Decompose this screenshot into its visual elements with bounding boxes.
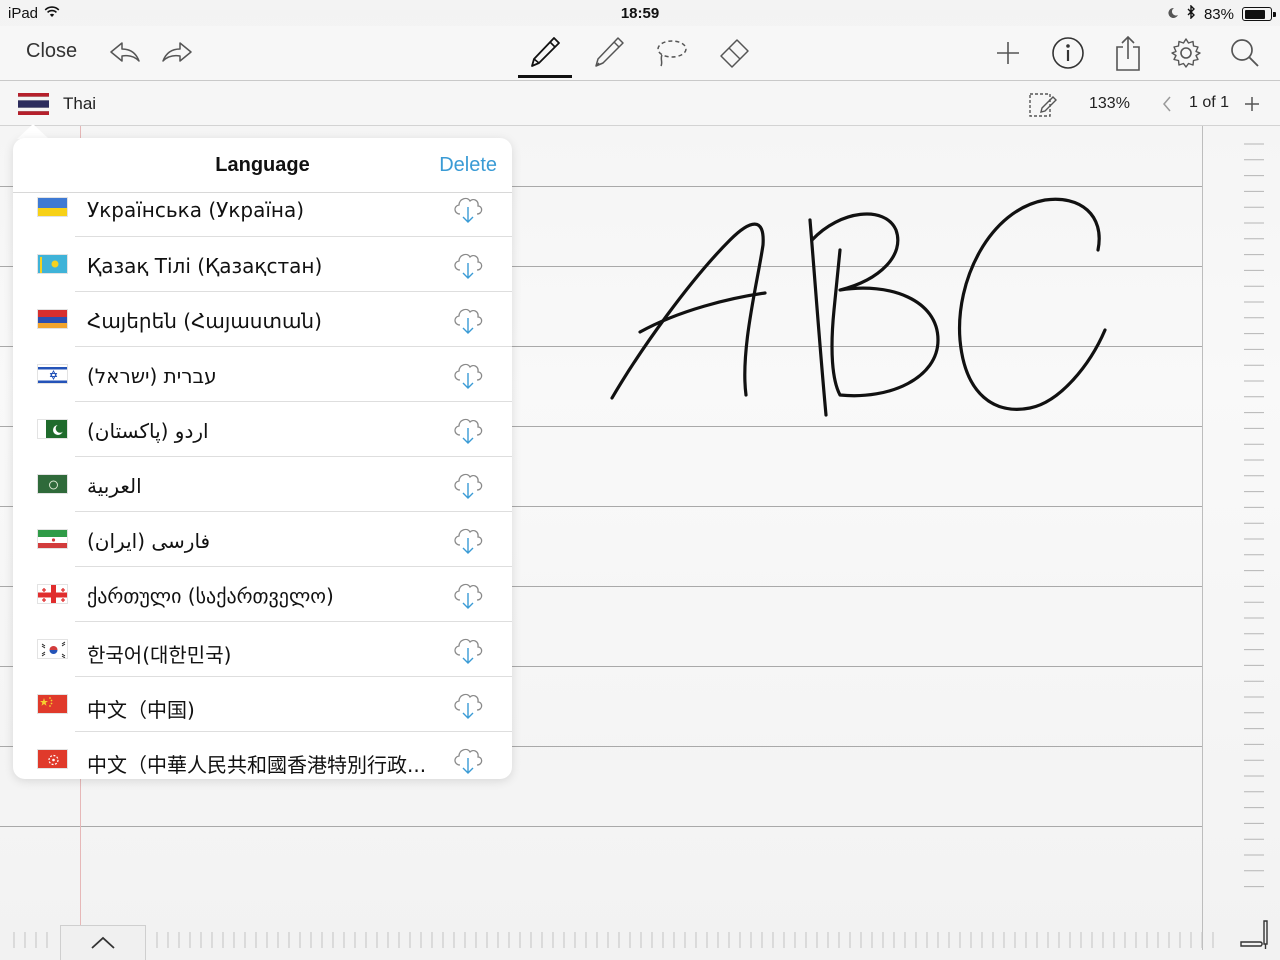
eraser-icon[interactable] <box>716 35 752 71</box>
israel-flag-icon <box>37 364 68 384</box>
handwriting-abc <box>610 197 1107 417</box>
main-toolbar: Close <box>0 26 1280 81</box>
battery-fill <box>1244 9 1266 19</box>
language-item-ukrainian[interactable]: Українська (Україна) <box>13 193 512 237</box>
chevron-left-icon[interactable] <box>1161 95 1173 113</box>
page-edit-icon[interactable] <box>1028 91 1058 119</box>
gear-icon[interactable] <box>1169 36 1203 70</box>
pencil-icon[interactable] <box>591 34 627 70</box>
language-item-chinese-hong-kong[interactable]: 中文（中華人民共和國香港特別行政... <box>13 732 512 779</box>
popover-arrow <box>17 124 49 139</box>
cloud-download-icon[interactable] <box>450 356 486 392</box>
moon-icon <box>1167 6 1179 23</box>
language-item-arabic[interactable]: العربية <box>13 457 512 512</box>
popover-header: Language Delete <box>13 138 512 193</box>
cloud-download-icon[interactable] <box>450 686 486 722</box>
cloud-download-icon[interactable] <box>450 631 486 667</box>
right-margin-line <box>1202 126 1203 950</box>
language-label: 한국어(대한민국) <box>87 643 232 667</box>
thai-flag-icon[interactable] <box>18 93 49 115</box>
language-label: العربية <box>87 474 142 498</box>
south-korea-flag-icon <box>37 639 68 659</box>
language-label: 中文（中華人民共和國香港特別行政... <box>87 753 427 777</box>
language-label: עברית (ישראל) <box>87 364 217 388</box>
status-bar: iPad 18:59 83% <box>0 0 1280 26</box>
zoom-level[interactable]: 133% <box>1089 95 1130 113</box>
undo-icon[interactable] <box>108 38 142 68</box>
cloud-download-icon[interactable] <box>450 246 486 282</box>
status-time: 18:59 <box>620 5 660 22</box>
language-label: Українська (Україна) <box>87 198 305 222</box>
pen-icon[interactable] <box>527 34 563 70</box>
language-item-hebrew[interactable]: עברית (ישראל) <box>13 347 512 402</box>
cloud-download-icon[interactable] <box>450 190 486 226</box>
vertical-ruler[interactable] <box>1242 140 1266 900</box>
language-item-chinese-china[interactable]: 中文（中国) <box>13 677 512 732</box>
language-label: ქართული (საქართველო) <box>87 584 334 608</box>
armenia-flag-icon <box>37 309 68 329</box>
current-language-label[interactable]: Thai <box>63 94 96 114</box>
cloud-download-icon[interactable] <box>450 411 486 447</box>
language-popover: Language Delete Українська (Україна) Қаз… <box>13 138 512 779</box>
lasso-icon[interactable] <box>653 36 689 70</box>
hong-kong-flag-icon <box>37 749 68 769</box>
share-icon[interactable] <box>1112 33 1144 73</box>
language-item-georgian[interactable]: ქართული (საქართველო) <box>13 567 512 622</box>
language-item-kazakh[interactable]: Қазақ Тілі (Қазақстан) <box>13 237 512 292</box>
language-label: اردو (پاکستان) <box>87 419 209 443</box>
cloud-download-icon[interactable] <box>450 576 486 612</box>
language-bar: Thai 133% 1 of 1 <box>0 81 1280 126</box>
chevron-up-icon <box>91 936 115 949</box>
ruled-line <box>0 826 1202 827</box>
plus-icon[interactable] <box>992 37 1024 69</box>
bluetooth-icon <box>1187 4 1196 23</box>
close-button[interactable]: Close <box>26 40 77 63</box>
china-flag-icon <box>37 694 68 714</box>
horizontal-ruler[interactable] <box>0 926 1220 960</box>
status-right: 83% <box>1167 4 1276 23</box>
language-list: Українська (Україна) Қазақ Тілі (Қазақст… <box>13 193 512 779</box>
language-label: 中文（中国) <box>87 698 195 722</box>
active-tool-indicator <box>518 75 572 78</box>
info-icon[interactable] <box>1050 35 1086 71</box>
stylus-icon[interactable] <box>1238 918 1272 952</box>
cloud-download-icon[interactable] <box>450 741 486 777</box>
language-item-korean[interactable]: 한국어(대한민국) <box>13 622 512 677</box>
cloud-download-icon[interactable] <box>450 301 486 337</box>
page-indicator: 1 of 1 <box>1189 94 1230 111</box>
kazakhstan-flag-icon <box>37 254 68 274</box>
battery-icon <box>1242 7 1276 21</box>
language-label: Հայերեն (Հայաստան) <box>87 309 322 333</box>
saudi-arabia-flag-icon <box>37 474 68 494</box>
delete-button[interactable]: Delete <box>439 154 497 177</box>
georgia-flag-icon <box>37 584 68 604</box>
ukraine-flag-icon <box>37 197 68 217</box>
popover-title: Language <box>215 154 310 176</box>
language-label: فارسی (ایران) <box>87 529 211 553</box>
toggle-panel-button[interactable] <box>60 925 146 960</box>
cloud-download-icon[interactable] <box>450 521 486 557</box>
cloud-download-icon[interactable] <box>450 466 486 502</box>
language-label: Қазақ Тілі (Қазақстан) <box>87 254 323 278</box>
battery-percent: 83% <box>1203 5 1234 23</box>
iran-flag-icon <box>37 529 68 549</box>
language-item-persian[interactable]: فارسی (ایران) <box>13 512 512 567</box>
language-item-urdu[interactable]: اردو (پاکستان) <box>13 402 512 457</box>
pakistan-flag-icon <box>37 419 68 439</box>
add-page-icon[interactable] <box>1243 95 1261 113</box>
language-item-armenian[interactable]: Հայերեն (Հայաստան) <box>13 292 512 347</box>
search-icon[interactable] <box>1228 36 1262 70</box>
redo-icon[interactable] <box>160 38 194 68</box>
